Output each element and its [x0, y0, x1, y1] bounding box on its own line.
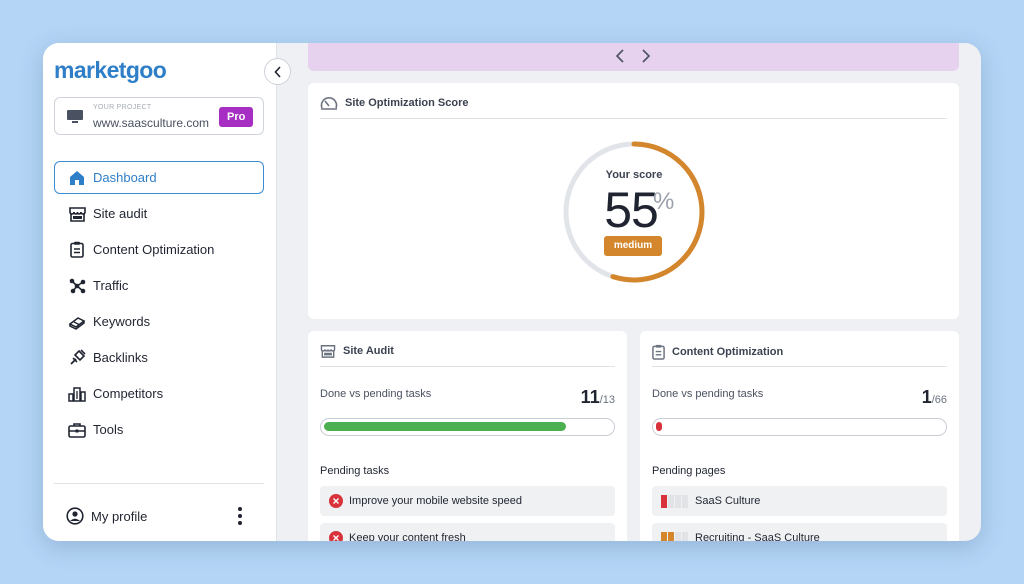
more-options-icon[interactable]: [237, 506, 243, 526]
storefront-icon: [320, 344, 336, 358]
total-value: /66: [931, 394, 947, 406]
home-icon: [68, 169, 86, 187]
site-audit-card: Site Audit Done vs pending tasks 11/13 P…: [308, 331, 627, 541]
done-vs-pending-label: Done vs pending tasks: [320, 388, 432, 400]
sidebar-item-backlinks[interactable]: Backlinks: [54, 341, 264, 374]
done-value: 1: [921, 387, 932, 407]
card-title: Site Optimization Score: [345, 97, 469, 109]
score-unit: %: [653, 188, 675, 215]
progress-fill: [656, 422, 662, 431]
sidebar-item-label: Keywords: [93, 314, 151, 329]
sidebar-divider: [54, 483, 264, 484]
page-score-bars: [661, 494, 689, 508]
score-level-badge: medium: [604, 236, 662, 256]
plug-link-icon: [68, 349, 86, 367]
sidebar-item-site-audit[interactable]: Site audit: [54, 197, 264, 230]
project-caption: YOUR PROJECT: [93, 104, 152, 111]
pending-pages-label: Pending pages: [652, 465, 726, 477]
done-count: 1/66: [922, 387, 947, 408]
page-label: SaaS Culture: [695, 495, 761, 507]
card-divider: [320, 366, 615, 367]
sidebar-item-label: Backlinks: [93, 350, 148, 365]
app-window: marketgoo YOUR PROJECT www.saasculture.c…: [43, 43, 981, 541]
pages-progress-bar: [652, 418, 947, 436]
done-vs-pending-label: Done vs pending tasks: [652, 388, 764, 400]
list-item[interactable]: Improve your mobile website speed: [320, 486, 615, 516]
sidebar-item-competitors[interactable]: Competitors: [54, 377, 264, 410]
card-divider: [320, 118, 947, 119]
card-header: Site Audit: [320, 344, 394, 358]
clipboard-icon: [68, 241, 86, 259]
sidebar-item-label: Traffic: [93, 278, 129, 293]
promo-banner: [308, 43, 959, 71]
card-divider: [652, 366, 947, 367]
list-item[interactable]: Recruiting - SaaS Culture: [652, 523, 947, 541]
sidebar-item-traffic[interactable]: Traffic: [54, 269, 264, 302]
user-circle-icon: [66, 507, 84, 525]
error-icon: [329, 494, 343, 508]
brand-logo[interactable]: marketgoo: [54, 57, 167, 84]
network-icon: [68, 277, 86, 295]
collapse-sidebar-button[interactable]: [264, 58, 291, 85]
speedometer-icon: [320, 96, 338, 110]
error-icon: [329, 531, 343, 541]
clipboard-icon: [652, 344, 665, 360]
chevron-left-icon[interactable]: [615, 48, 625, 64]
site-optimization-score-card: Site Optimization Score Your score 55 % …: [308, 83, 959, 319]
sidebar-item-label: Content Optimization: [93, 242, 215, 257]
done-count: 11/13: [581, 387, 615, 408]
card-title: Site Audit: [343, 345, 394, 357]
sidebar-nav: Dashboard Site audit Content Optimizatio…: [54, 161, 264, 449]
progress-fill: [324, 422, 566, 431]
total-value: /13: [599, 394, 615, 406]
sidebar: marketgoo YOUR PROJECT www.saasculture.c…: [43, 43, 277, 541]
task-label: Keep your content fresh: [349, 532, 466, 541]
storefront-icon: [68, 205, 86, 223]
project-selector[interactable]: YOUR PROJECT www.saasculture.com Pro: [54, 97, 264, 135]
project-domain: www.saasculture.com: [93, 116, 210, 130]
my-profile-label: My profile: [91, 508, 148, 524]
sidebar-item-label: Site audit: [93, 206, 148, 221]
gauge-text: Your score 55 % medium: [561, 139, 707, 285]
card-header: Content Optimization: [652, 344, 783, 360]
monitor-icon: [67, 110, 83, 123]
keywords-icon: [68, 313, 86, 331]
card-title: Content Optimization: [672, 346, 784, 358]
page-score-bars: [661, 531, 689, 541]
list-item[interactable]: SaaS Culture: [652, 486, 947, 516]
toolbox-icon: [68, 421, 86, 439]
sidebar-item-dashboard[interactable]: Dashboard: [54, 161, 264, 194]
card-header: Site Optimization Score: [320, 96, 468, 110]
chevron-right-icon[interactable]: [641, 48, 651, 64]
sidebar-item-keywords[interactable]: Keywords: [54, 305, 264, 338]
task-label: Improve your mobile website speed: [349, 495, 523, 507]
page-label: Recruiting - SaaS Culture: [695, 532, 820, 541]
plan-badge: Pro: [219, 107, 254, 127]
sidebar-item-tools[interactable]: Tools: [54, 413, 264, 446]
tasks-progress-bar: [320, 418, 615, 436]
done-value: 11: [580, 387, 600, 407]
list-item[interactable]: Keep your content fresh: [320, 523, 615, 541]
sidebar-item-label: Competitors: [93, 386, 164, 401]
buildings-icon: [68, 385, 86, 403]
pending-tasks-label: Pending tasks: [320, 465, 390, 477]
my-profile-link[interactable]: My profile: [54, 499, 254, 533]
score-value: 55: [604, 182, 659, 238]
chevron-left-icon: [273, 65, 281, 78]
score-caption: Your score: [605, 169, 663, 181]
sidebar-item-label: Dashboard: [93, 170, 157, 185]
sidebar-item-label: Tools: [93, 422, 124, 437]
sidebar-item-content-optimization[interactable]: Content Optimization: [54, 233, 264, 266]
content-optimization-card: Content Optimization Done vs pending tas…: [640, 331, 959, 541]
